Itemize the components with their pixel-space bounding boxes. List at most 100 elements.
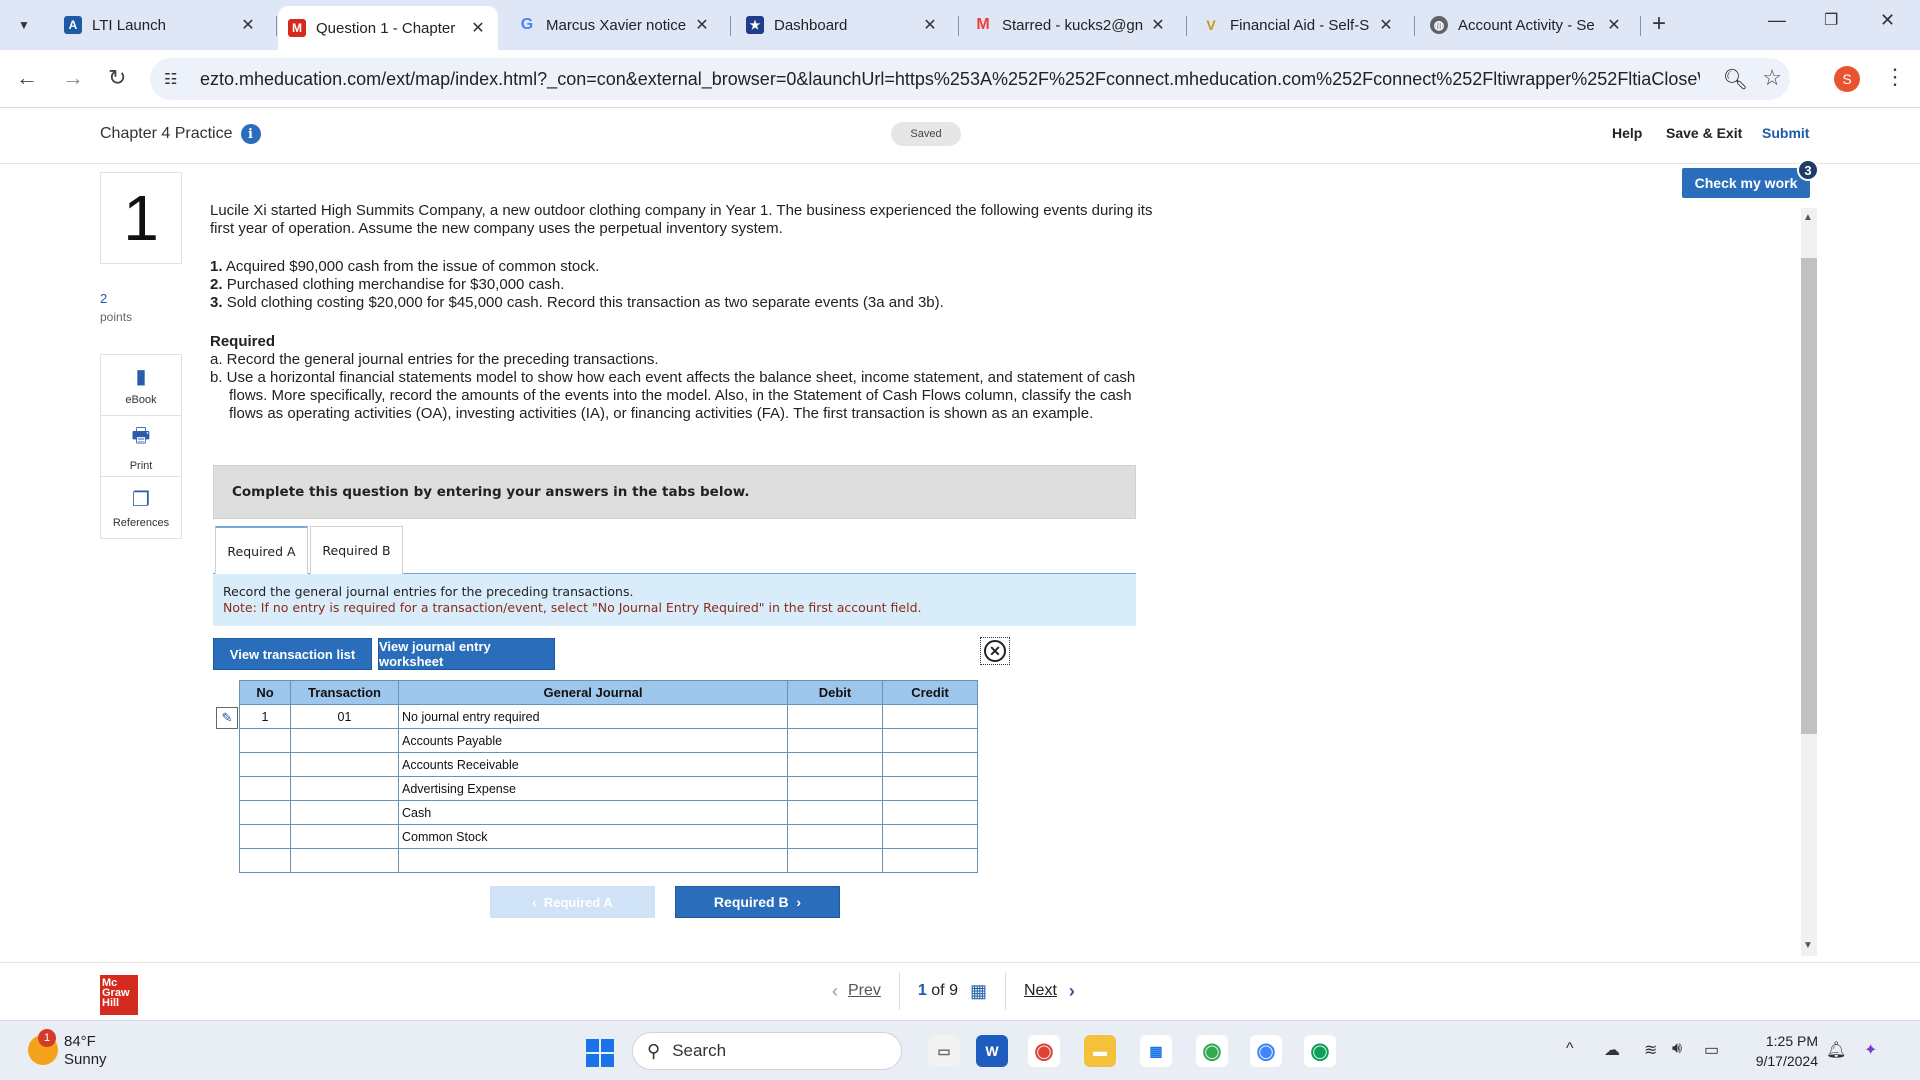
cell-account[interactable]: Cash (398, 800, 788, 825)
cell-debit[interactable] (787, 776, 883, 801)
view-transaction-list-button[interactable]: View transaction list (213, 638, 372, 670)
chrome-icon[interactable]: ◉ (1028, 1035, 1060, 1067)
close-tab-icon[interactable]: ✕ (1148, 15, 1168, 35)
omnibox[interactable]: ☷ ezto.mheducation.com/ext/map/index.htm… (150, 58, 1790, 100)
tray-chevron-up-icon[interactable]: ^ (1566, 1040, 1574, 1058)
submit-link[interactable]: Submit (1762, 125, 1809, 141)
event-number: 3. (210, 294, 223, 311)
copilot-icon[interactable]: ✦ (1864, 1040, 1877, 1060)
cell-credit[interactable] (882, 752, 978, 777)
info-icon[interactable]: i (240, 124, 261, 144)
tab-financial-aid[interactable]: V Financial Aid - Self-S ✕ (1192, 6, 1406, 44)
prev-question-link[interactable]: Prev (848, 982, 881, 1000)
tab-required-a[interactable]: Required A (215, 526, 308, 575)
scrollbar-thumb[interactable] (1801, 258, 1817, 734)
system-clock[interactable]: 1:25 PM 9/17/2024 (1748, 1031, 1818, 1071)
close-window-icon[interactable]: ✕ (1880, 10, 1895, 31)
next-question-link[interactable]: Next (1024, 982, 1057, 1000)
bookmark-star-icon[interactable]: ☆ (1762, 65, 1782, 91)
tab-gmail-starred[interactable]: M Starred - kucks2@gn ✕ (964, 6, 1178, 44)
task-view-icon[interactable]: ▭ (928, 1035, 960, 1067)
next-required-button[interactable]: Required B › (675, 886, 840, 918)
new-tab-plus-icon[interactable]: + (1652, 10, 1666, 38)
address-bar-row: ← → ↻ ☷ ezto.mheducation.com/ext/map/ind… (0, 50, 1920, 108)
browser-menu-icon[interactable]: ⋮ (1884, 64, 1906, 90)
close-tab-icon[interactable]: ✕ (1376, 15, 1396, 35)
cell-debit[interactable] (787, 848, 883, 873)
tab-dashboard[interactable]: ★ Dashboard ✕ (736, 6, 950, 44)
table-row: Advertising Expense (239, 776, 978, 801)
close-circle-icon: ✕ (984, 640, 1006, 662)
clear-entries-button[interactable]: ✕ (980, 637, 1010, 665)
store-icon[interactable]: ▦ (1140, 1035, 1172, 1067)
battery-icon[interactable]: ▭ (1704, 1040, 1719, 1060)
help-link[interactable]: Help (1612, 125, 1642, 141)
view-journal-worksheet-button[interactable]: View journal entry worksheet (378, 638, 555, 670)
question-number: 1 (100, 172, 182, 264)
site-settings-icon[interactable]: ☷ (164, 70, 200, 88)
cell-credit[interactable] (882, 824, 978, 849)
clock-date: 9/17/2024 (1755, 1053, 1818, 1069)
onedrive-cloud-icon[interactable]: ☁ (1604, 1040, 1620, 1060)
volume-icon[interactable]: 🔊︎ (1672, 1040, 1682, 1058)
profile-avatar[interactable]: S (1834, 66, 1860, 92)
edit-pencil-icon[interactable]: ✎ (216, 707, 238, 729)
reload-icon[interactable]: ↻ (108, 65, 126, 91)
cell-account[interactable]: Common Stock (398, 824, 788, 849)
close-tab-icon[interactable]: ✕ (920, 15, 940, 35)
chrome-profile-k-icon[interactable]: ◉ (1304, 1035, 1336, 1067)
wifi-icon[interactable]: ≋ (1644, 1040, 1657, 1060)
notification-bell-icon[interactable]: 🔔︎ (1826, 1040, 1846, 1060)
cell-account[interactable]: Accounts Payable (398, 728, 788, 753)
save-exit-link[interactable]: Save & Exit (1666, 125, 1742, 141)
cell-credit[interactable] (882, 848, 978, 873)
chrome-profile-icon[interactable]: ◉ (1196, 1035, 1228, 1067)
cell-credit[interactable] (882, 800, 978, 825)
scroll-down-icon[interactable]: ▼ (1803, 940, 1813, 951)
windows-start-icon[interactable] (586, 1039, 614, 1067)
cell-debit[interactable] (787, 824, 883, 849)
cell-account[interactable]: Accounts Receivable (398, 752, 788, 777)
back-arrow-icon[interactable]: ← (16, 65, 38, 91)
cell-credit[interactable] (882, 704, 978, 729)
cell-account[interactable]: No journal entry required (398, 704, 788, 729)
close-tab-icon[interactable]: ✕ (1604, 15, 1624, 35)
cell-debit[interactable] (787, 728, 883, 753)
ebook-button[interactable]: ▮ eBook (101, 355, 181, 416)
cell-credit[interactable] (882, 728, 978, 753)
weather-widget[interactable]: 84°F Sunny (64, 1033, 107, 1069)
table-row: Accounts Payable (239, 728, 978, 753)
word-icon[interactable]: W (976, 1035, 1008, 1067)
tab-marcus-xavier[interactable]: G Marcus Xavier notice ✕ (508, 6, 722, 44)
cell-debit[interactable] (787, 800, 883, 825)
tab-required-b[interactable]: Required B (310, 526, 403, 574)
cell-debit[interactable] (787, 704, 883, 729)
complete-question-banner: Complete this question by entering your … (213, 465, 1136, 519)
minimize-icon[interactable]: — (1768, 10, 1786, 31)
tab-account-activity[interactable]: ◍ Account Activity - Se ✕ (1420, 6, 1634, 44)
taskbar-search-box[interactable]: ⚲ Search (632, 1032, 902, 1070)
close-tab-icon[interactable]: ✕ (238, 15, 258, 35)
prev-required-button[interactable]: ‹ Required A (490, 886, 655, 918)
chevron-right-icon[interactable]: › (1069, 981, 1075, 1002)
zoom-magnifier-icon[interactable]: 🔍︎ (1723, 67, 1748, 92)
scroll-up-icon[interactable]: ▲ (1803, 212, 1813, 223)
cell-account[interactable] (398, 848, 788, 873)
cell-account[interactable]: Advertising Expense (398, 776, 788, 801)
cell-debit[interactable] (787, 752, 883, 777)
close-tab-icon[interactable]: ✕ (468, 18, 488, 38)
tab-question-1[interactable]: M Question 1 - Chapter ✕ (278, 6, 498, 50)
forward-arrow-icon[interactable]: → (62, 65, 84, 91)
cell-credit[interactable] (882, 776, 978, 801)
url-text[interactable]: ezto.mheducation.com/ext/map/index.html?… (200, 69, 1700, 90)
chrome-profile-c-icon[interactable]: ◉ (1250, 1035, 1282, 1067)
restore-icon[interactable]: ❐ (1824, 10, 1838, 30)
close-tab-icon[interactable]: ✕ (692, 15, 712, 35)
references-button[interactable]: ❐ References (101, 477, 181, 538)
file-explorer-icon[interactable]: ▬ (1084, 1035, 1116, 1067)
question-grid-icon[interactable]: ▦ (970, 981, 987, 1002)
print-button[interactable]: 🖶︎ Print (101, 416, 181, 477)
tab-search-chevron-icon[interactable]: ▼ (10, 11, 38, 39)
check-my-work-button[interactable]: Check my work (1682, 168, 1810, 198)
tab-lti-launch[interactable]: A LTI Launch ✕ (54, 6, 268, 44)
